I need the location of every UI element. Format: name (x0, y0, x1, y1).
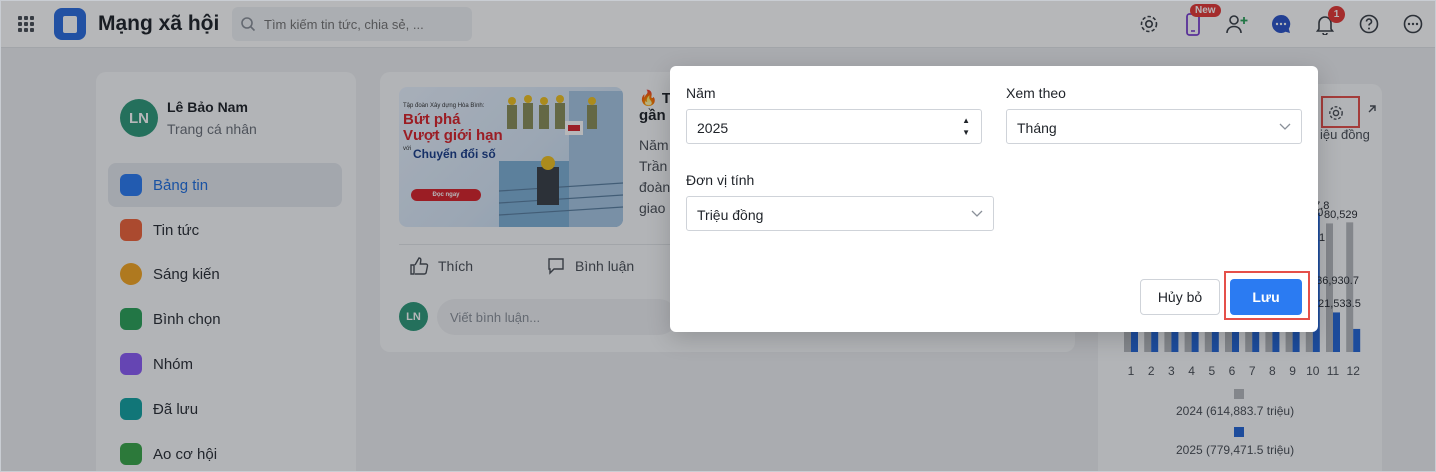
unit-of-measure-value: Triệu đồng (697, 207, 764, 223)
view-by-value: Tháng (1017, 120, 1057, 136)
chart-settings-dialog: Năm 2025 ▲ ▼ Xem theo Tháng Đơn vị tính T… (670, 66, 1318, 332)
year-label: Năm (686, 85, 716, 101)
view-by-select[interactable]: Tháng (1006, 109, 1302, 144)
cancel-button[interactable]: Hủy bỏ (1140, 279, 1220, 315)
save-button[interactable]: Lưu (1230, 279, 1302, 315)
year-number-input[interactable]: 2025 ▲ ▼ (686, 109, 982, 144)
unit-of-measure-select[interactable]: Triệu đồng (686, 196, 994, 231)
year-value: 2025 (697, 120, 729, 136)
chevron-down-icon (971, 210, 983, 217)
chevron-down-icon (1279, 123, 1291, 130)
unit-of-measure-label: Đơn vị tính (686, 172, 755, 188)
stepper-arrows-icon[interactable]: ▲ ▼ (962, 115, 970, 139)
view-by-label: Xem theo (1006, 85, 1066, 101)
